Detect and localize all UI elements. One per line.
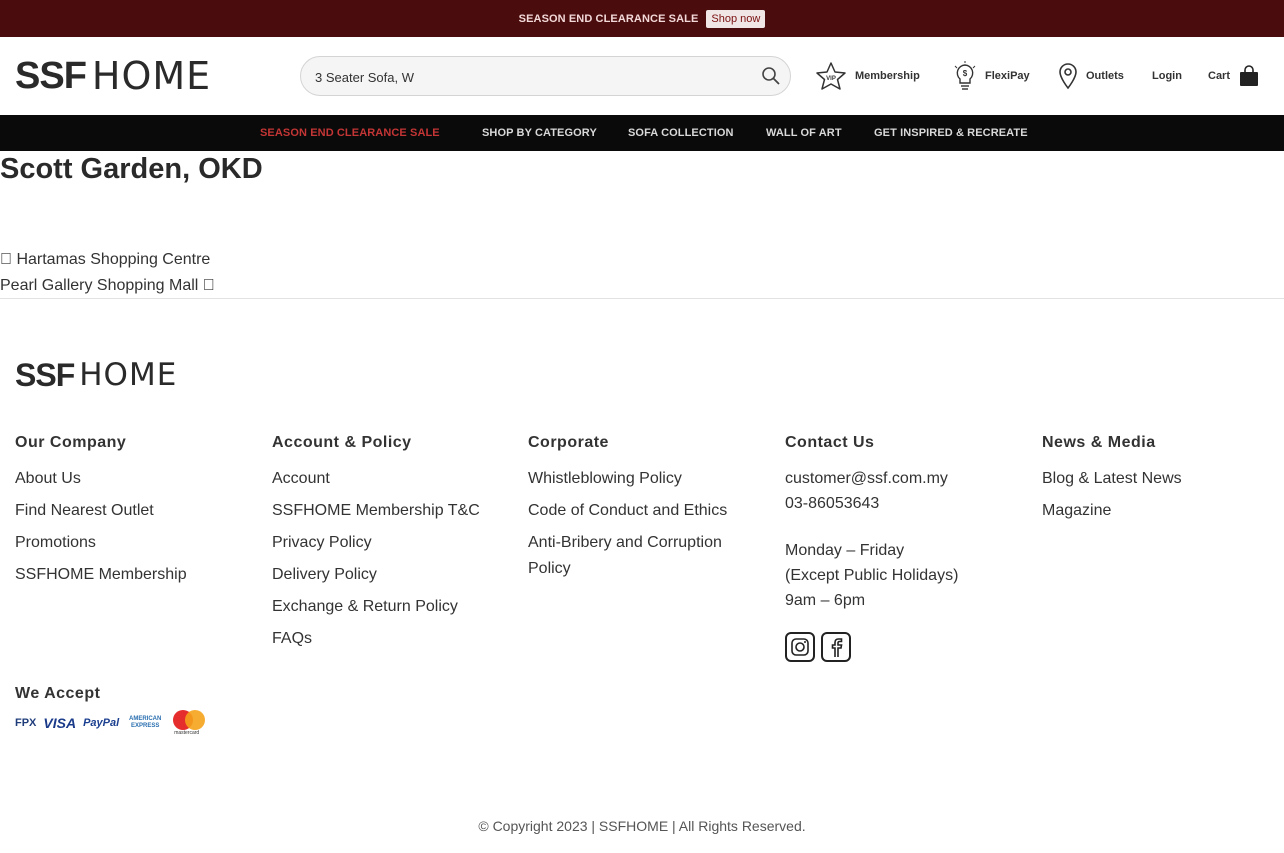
footer-link-exchange-return[interactable]: Exchange & Return Policy <box>272 594 480 620</box>
footer-link-membership[interactable]: SSFHOME Membership <box>15 562 187 588</box>
map-pin-icon <box>1058 62 1078 90</box>
footer-heading-company: Our Company <box>15 434 127 451</box>
social-links <box>785 632 851 662</box>
footer-column-account: Account & Policy Account SSFHOME Members… <box>272 434 480 658</box>
outlets-label: Outlets <box>1086 70 1124 82</box>
announcement-text: SEASON END CLEARANCE SALE <box>518 12 699 25</box>
footer-link-promotions[interactable]: Promotions <box>15 530 187 556</box>
main-navigation: SEASON END CLEARANCE SALE SHOP BY CATEGO… <box>0 115 1284 151</box>
footer-link-about-us[interactable]: About Us <box>15 466 187 492</box>
footer-link-account[interactable]: Account <box>272 466 480 492</box>
nav-wall-of-art[interactable]: WALL OF ART <box>766 127 842 139</box>
search-bar <box>300 56 791 96</box>
nav-shop-by-category[interactable]: SHOP BY CATEGORY <box>482 127 597 139</box>
footer-link-privacy[interactable]: Privacy Policy <box>272 530 480 556</box>
membership-label: Membership <box>855 70 920 82</box>
logo-ssf-text: SSF <box>15 55 87 97</box>
footer-link-delivery[interactable]: Delivery Policy <box>272 562 480 588</box>
membership-link[interactable]: VIP Membership <box>815 60 920 92</box>
next-outlet-link[interactable]: Pearl Gallery Shopping Mall  <box>0 277 215 295</box>
content-divider <box>0 298 1284 299</box>
payment-methods: FPX VISA PayPal AMERICAN EXPRESS masterc… <box>15 708 207 738</box>
site-header: SSF HOME VIP Membership $ FlexiPay Outle… <box>0 37 1284 115</box>
search-input[interactable] <box>315 66 735 88</box>
contact-phone-link[interactable]: 03-86053643 <box>785 491 958 516</box>
footer-heading-account: Account & Policy <box>272 434 412 451</box>
outlets-link[interactable]: Outlets <box>1058 60 1124 92</box>
flexipay-link[interactable]: $ FlexiPay <box>953 60 1030 92</box>
copyright-text: © Copyright 2023 | SSFHOME | All Rights … <box>478 818 806 834</box>
instagram-icon[interactable] <box>785 632 815 662</box>
contact-hours-time: 9am – 6pm <box>785 592 866 609</box>
visa-logo: VISA <box>43 715 77 731</box>
contact-hours-note: (Except Public Holidays) <box>785 567 959 584</box>
lightbulb-dollar-icon: $ <box>953 61 977 91</box>
site-logo[interactable]: SSF HOME <box>15 54 259 98</box>
cart-label: Cart <box>1208 70 1231 82</box>
shop-now-button[interactable]: Shop now <box>706 9 766 28</box>
contact-email-link[interactable]: customer@ssf.com.my <box>785 466 958 491</box>
footer-logo-ssf-text: SSF <box>15 357 75 393</box>
footer-link-code-of-conduct[interactable]: Code of Conduct and Ethics <box>528 498 758 524</box>
shopping-bag-icon <box>1238 65 1260 87</box>
nav-get-inspired[interactable]: GET INSPIRED & RECREATE <box>874 127 1028 139</box>
footer-link-magazine[interactable]: Magazine <box>1042 498 1182 524</box>
footer-column-corporate: Corporate Whistleblowing Policy Code of … <box>528 434 758 588</box>
mastercard-wordmark: mastercard <box>174 730 200 736</box>
nav-sofa-collection[interactable]: SOFA COLLECTION <box>628 127 734 139</box>
cart-link[interactable]: Cart <box>1208 60 1260 92</box>
we-accept-heading: We Accept <box>15 685 101 702</box>
footer-column-company: Our Company About Us Find Nearest Outlet… <box>15 434 187 594</box>
search-icon[interactable] <box>761 66 781 86</box>
footer-column-news: News & Media Blog & Latest News Magazine <box>1042 434 1182 530</box>
footer-link-blog[interactable]: Blog & Latest News <box>1042 466 1182 492</box>
paypal-logo: PayPal <box>83 717 120 729</box>
page-title: Scott Garden, OKD <box>0 153 263 185</box>
logo-home-text: HOME <box>91 54 212 98</box>
previous-outlet-link[interactable]:  Hartamas Shopping Centre <box>0 251 210 269</box>
contact-hours-days: Monday – Friday <box>785 542 905 559</box>
vip-star-icon: VIP <box>815 61 847 91</box>
footer-logo-home-text: HOME <box>79 357 178 393</box>
footer-link-find-outlet[interactable]: Find Nearest Outlet <box>15 498 187 524</box>
footer-link-faqs[interactable]: FAQs <box>272 626 480 652</box>
login-link[interactable]: Login <box>1152 60 1182 92</box>
footer-heading-corporate: Corporate <box>528 434 609 451</box>
svg-text:VIP: VIP <box>826 76 836 82</box>
mastercard-logo: mastercard <box>171 709 207 737</box>
footer-link-whistleblowing[interactable]: Whistleblowing Policy <box>528 466 758 492</box>
nav-clearance-sale[interactable]: SEASON END CLEARANCE SALE <box>260 127 440 139</box>
facebook-icon[interactable] <box>821 632 851 662</box>
flexipay-label: FlexiPay <box>985 70 1030 82</box>
amex-logo: AMERICAN EXPRESS <box>129 716 162 729</box>
footer-heading-news: News & Media <box>1042 434 1156 451</box>
footer-link-anti-bribery[interactable]: Anti-Bribery and Corruption Policy <box>528 530 758 582</box>
svg-text:$: $ <box>963 69 968 78</box>
fpx-logo: FPX <box>15 717 37 729</box>
footer-column-contact: Contact Us customer@ssf.com.my 03-860536… <box>785 434 958 613</box>
footer-heading-contact: Contact Us <box>785 434 875 451</box>
login-label: Login <box>1152 70 1182 82</box>
footer-logo[interactable]: SSF HOME <box>15 357 215 393</box>
announcement-bar: SEASON END CLEARANCE SALE Shop now <box>0 0 1284 37</box>
footer-link-membership-tnc[interactable]: SSFHOME Membership T&C <box>272 498 480 524</box>
